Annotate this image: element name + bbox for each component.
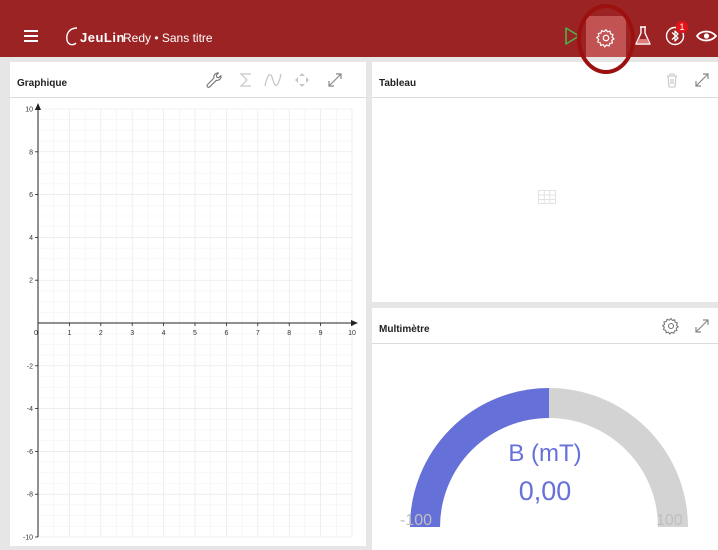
gear-icon[interactable] xyxy=(661,316,681,336)
x-tick-label: 0 xyxy=(34,330,38,337)
y-tick-label: -6 xyxy=(27,449,33,456)
table-panel-header: Tableau xyxy=(372,62,718,98)
expand-icon[interactable] xyxy=(325,70,345,90)
app-header: JeuLin Redy • Sans titre 1 xyxy=(0,0,718,74)
settings-button[interactable] xyxy=(586,16,626,57)
y-tick-label: -4 xyxy=(27,406,33,413)
play-icon xyxy=(565,27,580,45)
curve-fit-icon[interactable] xyxy=(263,70,283,90)
graph-plot-area[interactable]: 0 1 2 3 4 5 6 7 8 9 10 10 8 6 4 2 -2 -4 -6 -8 -10 xyxy=(10,99,366,546)
notification-badge: 1 xyxy=(676,21,688,33)
menu-icon[interactable] xyxy=(24,30,38,42)
y-tick-label: 4 xyxy=(29,235,33,242)
axes xyxy=(35,103,358,537)
x-tick-label: 2 xyxy=(99,330,103,337)
x-tick-label: 9 xyxy=(319,330,323,337)
table-panel-title: Tableau xyxy=(379,78,417,89)
eye-icon xyxy=(695,30,718,42)
play-button[interactable] xyxy=(560,24,584,48)
wrench-icon[interactable] xyxy=(204,70,224,90)
trash-icon[interactable] xyxy=(662,70,682,90)
sigma-icon[interactable] xyxy=(236,70,256,90)
flask-icon xyxy=(635,26,651,45)
view-button[interactable] xyxy=(695,24,718,48)
x-tick-label: 7 xyxy=(256,330,260,337)
table-icon xyxy=(538,190,556,204)
multimeter-panel-header: Multimètre xyxy=(372,308,718,344)
y-tick-label: 8 xyxy=(29,149,33,156)
x-tick-label: 3 xyxy=(130,330,134,337)
experiment-button[interactable] xyxy=(631,24,655,48)
x-tick-label: 4 xyxy=(162,330,166,337)
expand-icon[interactable] xyxy=(692,316,712,336)
x-tick-label: 5 xyxy=(193,330,197,337)
y-tick-label: -8 xyxy=(27,492,33,499)
ticks: 0 1 2 3 4 5 6 7 8 9 10 10 8 6 4 2 -2 -4 -6 -8 -10 xyxy=(23,107,356,542)
x-tick-label: 1 xyxy=(67,330,71,337)
app-title: Redy • Sans titre xyxy=(123,31,213,45)
graph-panel-title: Graphique xyxy=(17,78,68,89)
gauge-max-label: 100 xyxy=(656,512,683,529)
y-tick-label: -10 xyxy=(23,535,33,542)
x-tick-label: 6 xyxy=(224,330,228,337)
gauge-min-label: -100 xyxy=(400,512,433,529)
x-tick-label: 8 xyxy=(287,330,291,337)
y-tick-label: 2 xyxy=(29,278,33,285)
x-tick-label: 10 xyxy=(348,330,356,337)
multimeter-panel-title: Multimètre xyxy=(379,324,430,335)
graph-panel: Graphique 0 1 2 3 4 5 6 7 8 9 10 10 8 6 4 2 -2 -4 -6 -8 -10 xyxy=(10,62,366,546)
y-tick-label: 6 xyxy=(29,192,33,199)
measured-quantity: B (mT) xyxy=(508,440,582,467)
graph-panel-header: Graphique xyxy=(10,62,366,98)
expand-icon[interactable] xyxy=(692,70,712,90)
table-panel: Tableau xyxy=(372,62,718,302)
move-icon[interactable] xyxy=(292,70,312,90)
multimeter-panel: Multimètre B (mT) 0,00 -100 100 xyxy=(372,308,718,550)
gear-icon xyxy=(595,28,615,48)
y-tick-label: 10 xyxy=(25,107,33,114)
measured-value: 0,00 xyxy=(518,476,572,506)
brand-name: JeuLin xyxy=(80,30,125,45)
y-tick-label: -2 xyxy=(27,363,33,370)
